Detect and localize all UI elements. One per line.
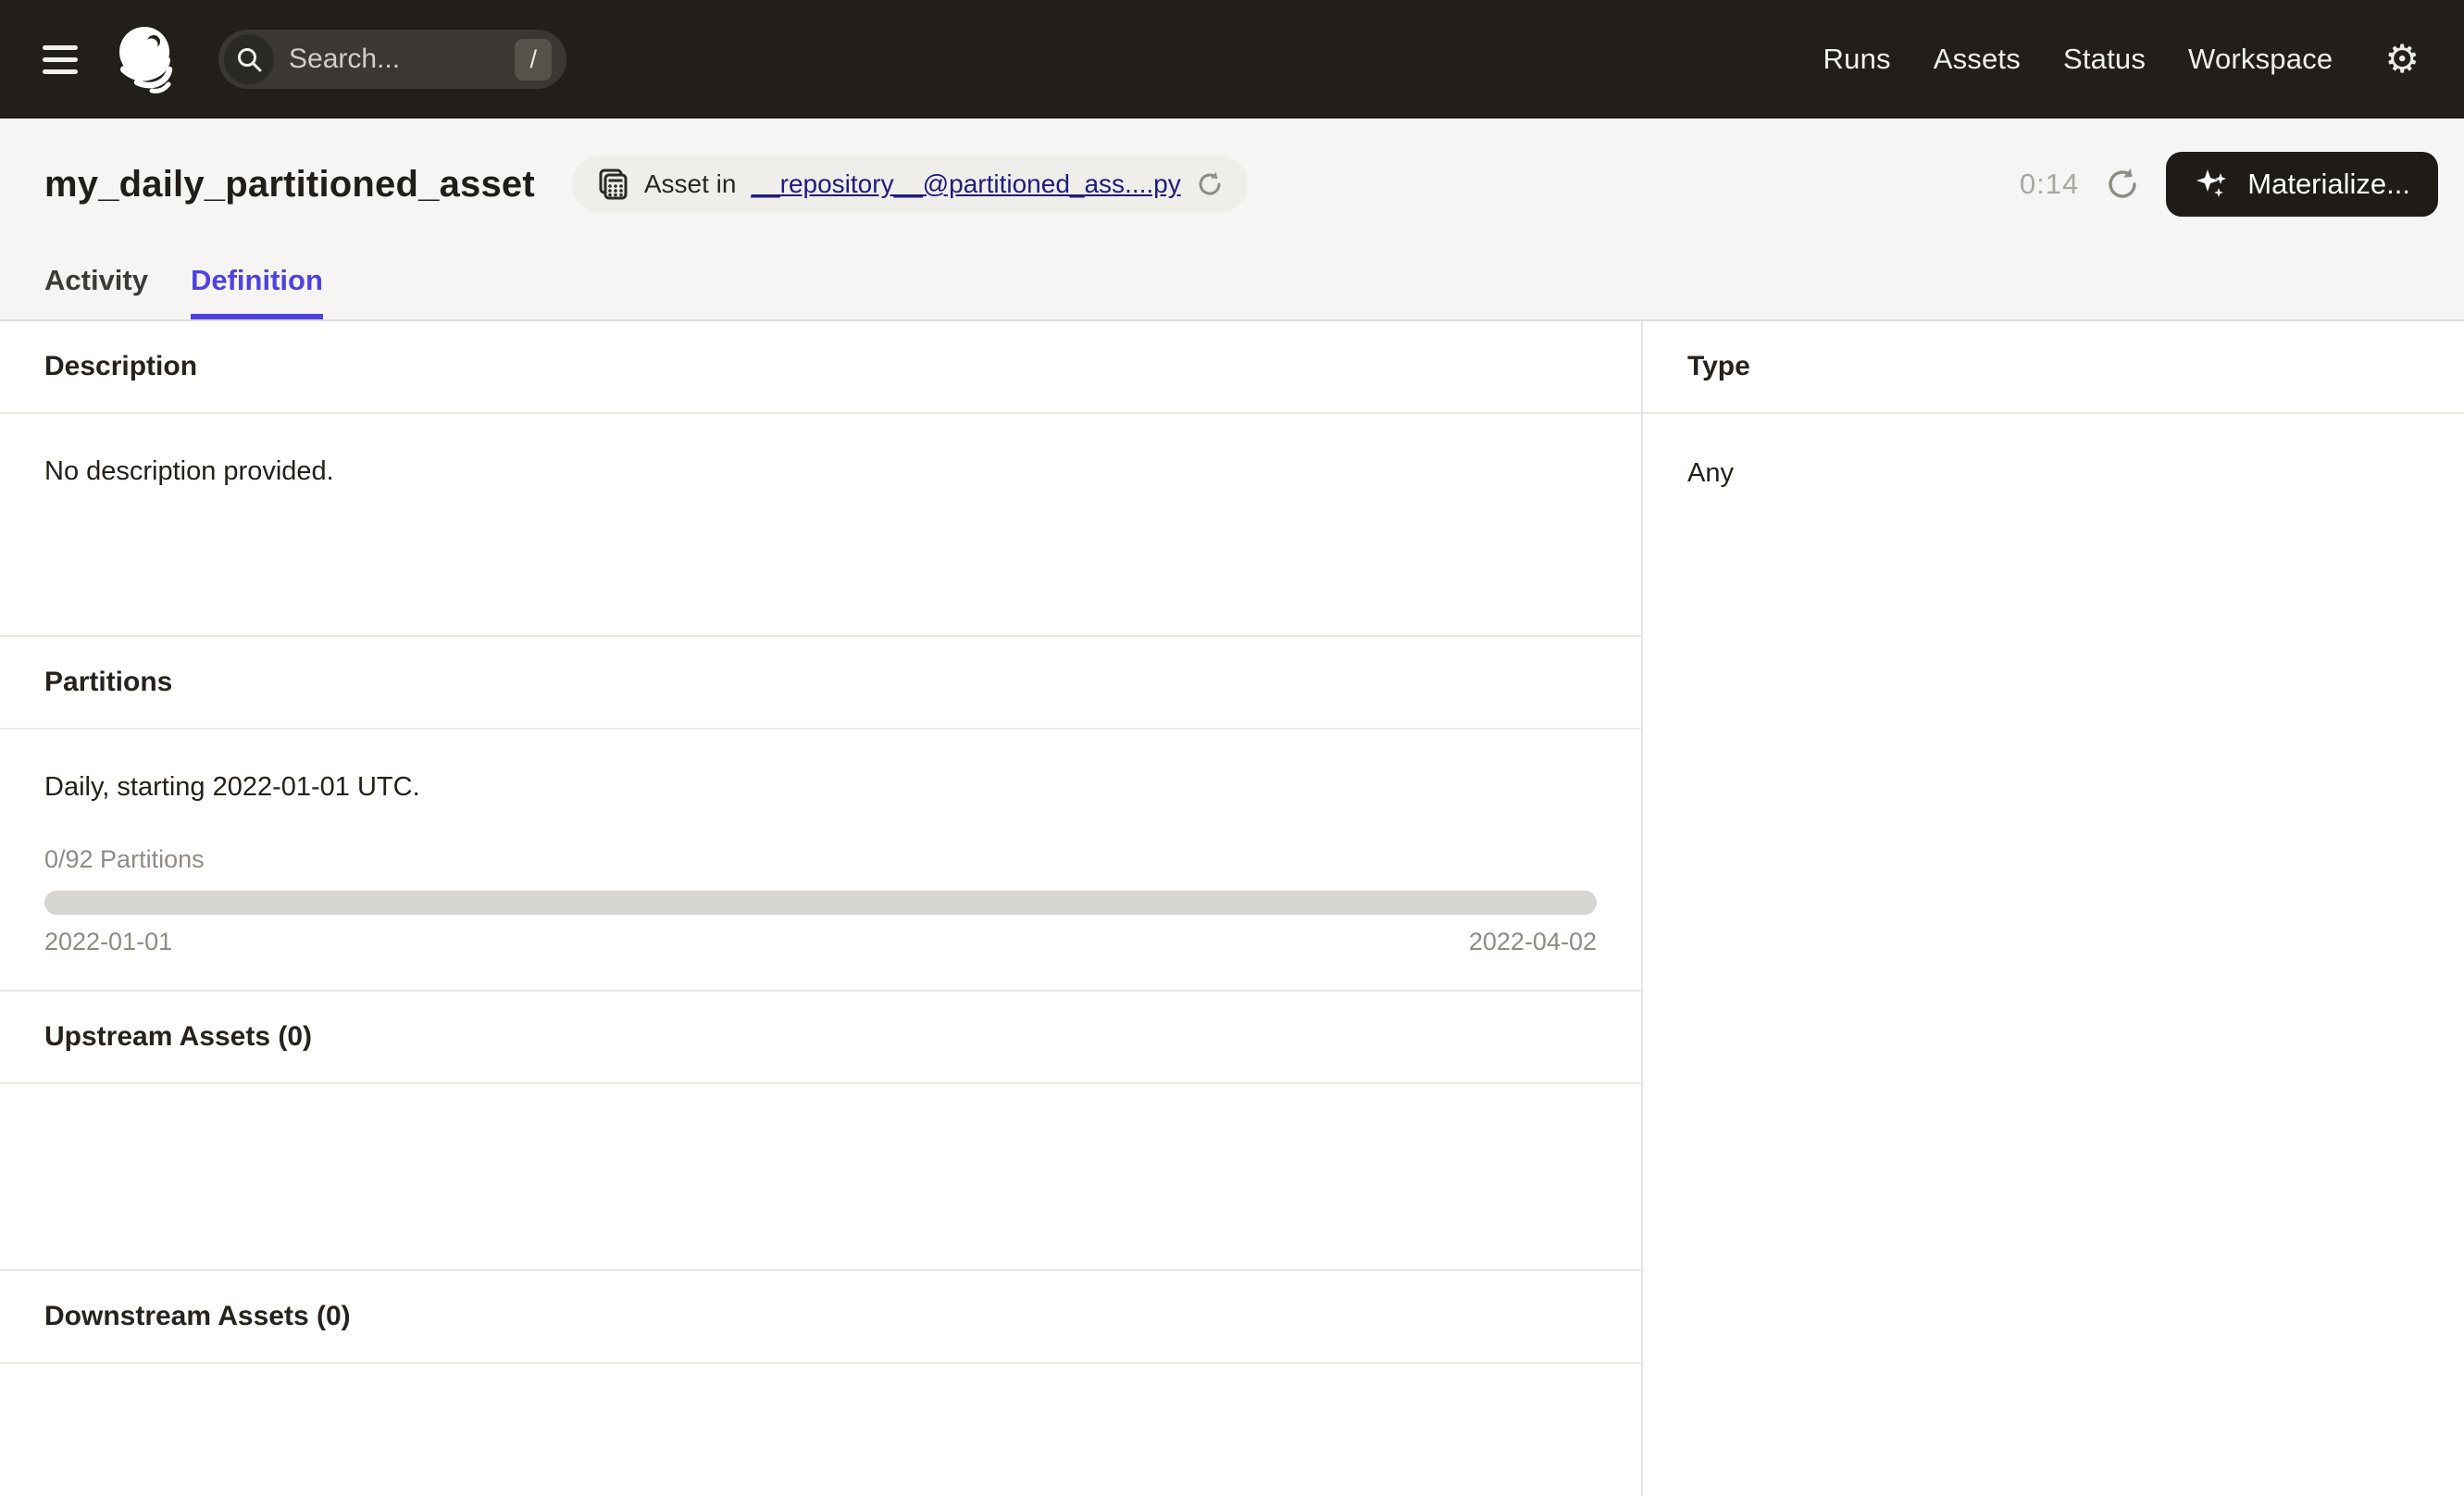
settings-gear-icon[interactable]: ⚙ xyxy=(2384,40,2420,79)
page-title: my_daily_partitioned_asset xyxy=(44,163,535,205)
repo-grid-icon xyxy=(596,168,629,201)
definition-side-column: Type Any xyxy=(1643,321,2464,1496)
dagster-logo[interactable] xyxy=(111,23,183,95)
downstream-assets-heading: Downstream Assets (0) xyxy=(0,1271,1641,1364)
partitions-progress-label: 0/92 Partitions xyxy=(44,845,205,873)
search-shortcut-badge: / xyxy=(515,38,552,81)
asset-definition-tag: Asset in __repository__@partitioned_ass.… xyxy=(571,156,1248,213)
tab-definition[interactable]: Definition xyxy=(190,264,323,319)
materialize-button-label: Materialize... xyxy=(2247,168,2410,200)
page-header: my_daily_partitioned_asset Asset in __re… xyxy=(0,119,2464,321)
type-value: Any xyxy=(1687,458,1734,488)
partitions-range-end: 2022-04-02 xyxy=(1468,928,1597,955)
downstream-assets-body xyxy=(0,1364,1641,1496)
asset-tag-prefix: Asset in xyxy=(643,169,737,198)
materialize-button[interactable]: Materialize... xyxy=(2166,152,2438,217)
menu-hamburger-icon[interactable] xyxy=(43,44,78,74)
asset-tabs: Activity Definition xyxy=(0,264,2464,319)
top-nav: / Runs Assets Status Workspace ⚙ xyxy=(0,0,2464,119)
description-heading: Description xyxy=(0,321,1641,414)
search-box[interactable]: / xyxy=(218,30,566,89)
partitions-progress-bar xyxy=(44,891,1597,915)
nav-item-workspace[interactable]: Workspace xyxy=(2188,43,2333,76)
refresh-countdown: 0:14 xyxy=(2019,168,2080,200)
upstream-assets-body xyxy=(0,1084,1641,1271)
description-body: No description provided. xyxy=(0,414,1641,637)
sparkles-icon xyxy=(2194,166,2231,203)
refresh-button[interactable] xyxy=(2105,167,2140,202)
type-heading: Type xyxy=(1643,321,2464,414)
partitions-heading: Partitions xyxy=(0,637,1641,730)
tab-activity[interactable]: Activity xyxy=(44,264,148,319)
upstream-assets-heading: Upstream Assets (0) xyxy=(0,992,1641,1084)
partitions-summary: Daily, starting 2022-01-01 UTC. xyxy=(44,772,420,802)
asset-location-link[interactable]: __repository__@partitioned_ass....py xyxy=(751,169,1180,199)
definition-content: Description No description provided. Par… xyxy=(0,321,2464,1496)
partitions-body: Daily, starting 2022-01-01 UTC. 0/92 Par… xyxy=(0,730,1641,992)
nav-item-runs[interactable]: Runs xyxy=(1823,43,1891,76)
nav-item-status[interactable]: Status xyxy=(2063,43,2146,76)
nav-links: Runs Assets Status Workspace ⚙ xyxy=(1823,40,2420,79)
search-input[interactable] xyxy=(289,44,474,75)
reload-definitions-icon[interactable] xyxy=(1196,170,1224,198)
search-icon xyxy=(224,34,274,84)
partitions-range-start: 2022-01-01 xyxy=(44,928,173,955)
refresh-icon xyxy=(2109,169,2136,198)
definition-main-column: Description No description provided. Par… xyxy=(0,321,1643,1496)
nav-item-assets[interactable]: Assets xyxy=(1934,43,2021,76)
